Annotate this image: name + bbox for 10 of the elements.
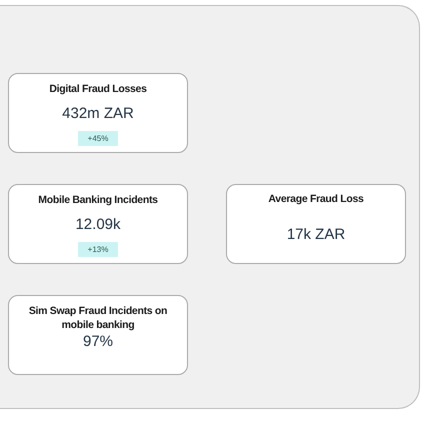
kpi-title: Digital Fraud Losses: [48, 82, 148, 96]
kpi-value: 432m ZAR: [62, 105, 134, 122]
kpi-title: Mobile Banking Incidents: [37, 193, 159, 207]
kpi-value: 17k ZAR: [286, 226, 346, 243]
change-badge: +45%: [78, 131, 118, 146]
change-badge: +13%: [78, 242, 118, 257]
kpi-title: Sim Swap Fraud Incidents on mobile banking: [28, 304, 168, 332]
kpi-value: 12.09k: [75, 216, 121, 233]
kpi-title: Average Fraud Loss: [267, 192, 365, 206]
kpi-value: 97%: [82, 333, 114, 350]
